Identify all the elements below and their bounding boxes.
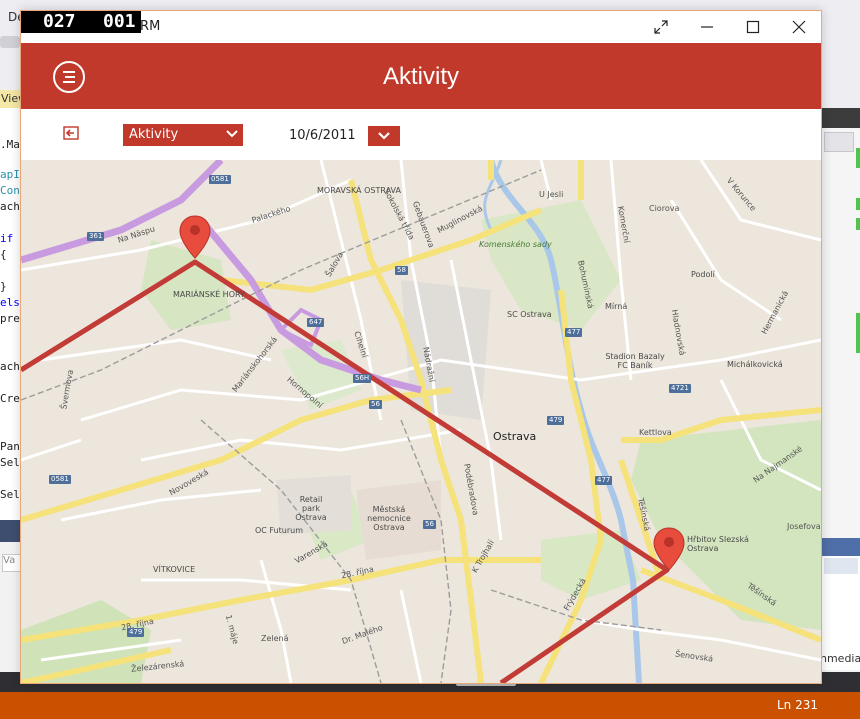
start-location-pin-icon[interactable] xyxy=(178,214,212,260)
exit-icon[interactable] xyxy=(63,126,79,140)
street-label: Kettlova xyxy=(639,428,672,437)
maximize-button[interactable] xyxy=(730,11,776,43)
map-label: Mírná xyxy=(605,302,628,311)
map-canvas xyxy=(21,160,821,683)
road-shield: 56H xyxy=(353,374,372,383)
minimize-button[interactable] xyxy=(684,11,730,43)
code-line: ach xyxy=(0,360,20,373)
chevron-down-icon xyxy=(378,132,390,140)
line-number-status: Ln 231 xyxy=(776,698,818,712)
code-line: Con xyxy=(0,184,20,197)
road-shield: 56 xyxy=(369,400,382,409)
code-line: pre xyxy=(0,312,20,325)
street-label: U Jesli xyxy=(539,190,564,199)
map-label: Ostrava xyxy=(493,430,537,443)
frame-counter-overlay: 027 001 xyxy=(21,11,141,33)
map-label: Podolí xyxy=(691,270,715,279)
ide-panel-titlebar xyxy=(820,538,860,556)
code-line: Pan xyxy=(0,440,20,453)
map-label: MARIÁNSKÉ HORY xyxy=(173,290,245,299)
code-line: if xyxy=(0,232,14,245)
title-bar: mForce CRM xyxy=(21,11,821,43)
maximize-icon xyxy=(746,20,760,34)
ide-status-bar: Ln 231 xyxy=(0,692,860,719)
ide-toolbar-button[interactable] xyxy=(0,36,20,48)
ide-right-panel xyxy=(820,108,860,538)
end-location-pin-icon[interactable] xyxy=(652,526,686,572)
map-label: Stadion Bazaly FC Baník xyxy=(605,352,665,370)
code-line: Cre xyxy=(0,392,20,405)
road-shield: 4721 xyxy=(669,384,691,393)
code-line: { xyxy=(0,248,7,261)
map-label: Hřbitov Slezská Ostrava xyxy=(687,535,749,553)
code-line: Sel xyxy=(0,456,20,469)
street-label: Zelená xyxy=(261,634,289,643)
road-shield: 56 xyxy=(423,520,436,529)
code-line: apI xyxy=(0,168,20,181)
app-window: mForce CRM Aktivity xyxy=(20,10,822,684)
ide-panel-label: nmedia xyxy=(820,652,860,665)
expand-icon xyxy=(654,20,668,34)
street-label: Josefova xyxy=(787,522,821,531)
route-map[interactable]: MORAVSKÁ OSTRAVA MARIÁNSKÉ HORY Ostrava … xyxy=(21,160,821,683)
map-label: OC Futurum xyxy=(255,526,304,535)
ide-output-panel: Va xyxy=(0,542,22,672)
close-button[interactable] xyxy=(776,11,821,43)
ide-tool-button[interactable] xyxy=(824,132,854,152)
map-label: Retail park Ostrava xyxy=(295,495,327,522)
activity-type-dropdown[interactable]: Aktivity xyxy=(123,124,243,146)
minimize-icon xyxy=(701,26,713,28)
road-shield: 479 xyxy=(547,416,565,425)
ide-code-editor[interactable]: .Ma apI Con ach if { } els pre ach Cre P… xyxy=(0,108,22,538)
app-header: Aktivity xyxy=(21,43,821,109)
expand-button[interactable] xyxy=(638,11,684,43)
close-icon xyxy=(792,20,806,34)
map-label: VÍTKOVICE xyxy=(153,565,196,574)
ide-panel-item[interactable] xyxy=(824,558,858,574)
road-shield: 0581 xyxy=(49,475,71,484)
map-label: Michálkovická xyxy=(727,360,783,369)
counter-right: 001 xyxy=(103,11,136,32)
road-shield: 361 xyxy=(87,232,105,241)
code-line: } xyxy=(0,280,7,293)
street-label: Ciorova xyxy=(649,204,680,213)
code-line: Sel xyxy=(0,488,20,501)
page-title: Aktivity xyxy=(382,63,459,90)
code-line: .Ma xyxy=(0,138,20,151)
ide-right-toolbar xyxy=(820,108,860,128)
road-shield: 647 xyxy=(307,318,325,327)
road-shield: 58 xyxy=(395,266,408,275)
chevron-down-icon xyxy=(226,130,238,138)
road-shield: 477 xyxy=(595,476,613,485)
ide-bottom-right-panel: nmedia xyxy=(820,538,860,670)
code-line: ach xyxy=(0,200,20,213)
date-picker-button[interactable] xyxy=(368,126,400,146)
map-label: Městská nemocnice Ostrava xyxy=(367,505,411,532)
road-shield: 479 xyxy=(127,628,145,637)
dropdown-value: Aktivity xyxy=(129,127,179,142)
map-label: Komenského sady xyxy=(479,240,552,249)
counter-left: 027 xyxy=(43,11,76,32)
code-line: els xyxy=(0,296,20,309)
filter-toolbar: Aktivity 10/6/2011 xyxy=(21,109,821,160)
ide-panel-header xyxy=(0,520,22,542)
ide-search-box[interactable]: Va xyxy=(2,554,22,572)
ide-change-markers xyxy=(856,138,860,538)
date-value[interactable]: 10/6/2011 xyxy=(289,128,356,143)
road-shield: 0581 xyxy=(209,175,231,184)
map-label: SC Ostrava xyxy=(507,310,552,319)
road-shield: 477 xyxy=(565,328,583,337)
